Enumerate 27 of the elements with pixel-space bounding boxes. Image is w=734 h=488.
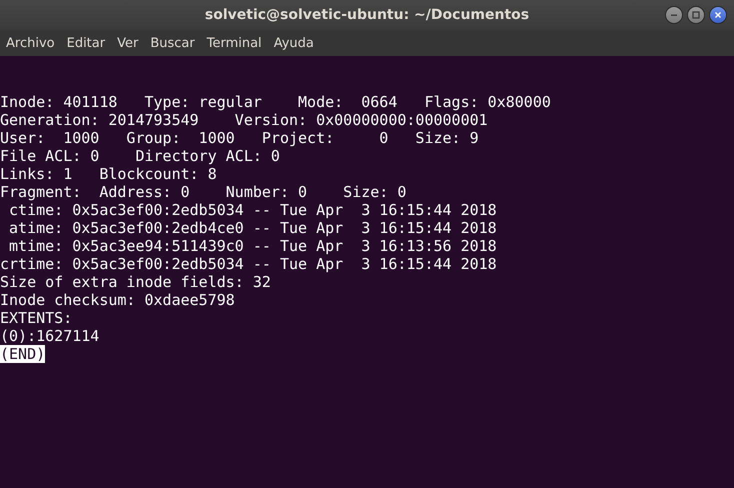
terminal-line: Inode checksum: 0xdaee5798	[0, 291, 235, 309]
menu-item[interactable]: Archivo	[6, 36, 55, 50]
pager-status: (END)	[0, 345, 46, 363]
terminal-line: Links: 1 Blockcount: 8	[0, 165, 217, 183]
minimize-button[interactable]	[665, 6, 683, 24]
menu-item[interactable]: Buscar	[150, 36, 195, 50]
terminal-line: File ACL: 0 Directory ACL: 0	[0, 147, 280, 165]
menu-item[interactable]: Editar	[66, 36, 106, 50]
terminal-line: ctime: 0x5ac3ef00:2edb5034 -- Tue Apr 3 16:15:44 2018	[8, 201, 497, 219]
terminal-line: EXTENTS:	[0, 309, 72, 327]
maximize-icon	[691, 10, 701, 20]
menu-item[interactable]: Terminal	[206, 36, 262, 50]
menu-item[interactable]: Ayuda	[274, 36, 314, 50]
terminal-line: Size of extra inode fields: 32	[0, 273, 271, 291]
terminal-line: (0):1627114	[0, 327, 100, 345]
terminal-line: crtime: 0x5ac3ef00:2edb5034 -- Tue Apr 3 16:15:44 2018	[0, 255, 497, 273]
terminal-line: Inode: 401118 Type: regular Mode: 0664 Flags: 0x80000	[0, 93, 551, 111]
maximize-button[interactable]	[687, 6, 705, 24]
terminal-line: atime: 0x5ac3ef00:2edb4ce0 -- Tue Apr 3 16:15:44 2018	[8, 219, 497, 237]
close-icon	[713, 10, 723, 20]
close-button[interactable]	[709, 6, 727, 24]
terminal-line: User: 1000 Group: 1000 Project: 0 Size: 9	[0, 129, 479, 147]
terminal-line: mtime: 0x5ac3ee94:511439c0 -- Tue Apr 3 16:13:56 2018	[8, 237, 497, 255]
terminal-line: Generation: 2014793549 Version: 0x00000000:00000001	[0, 111, 488, 129]
menu-item[interactable]: Ver	[117, 36, 138, 50]
terminal-line: Fragment: Address: 0 Number: 0 Size: 0	[0, 183, 406, 201]
window-title: solvetic@solvetic-ubuntu: ~/Documentos	[204, 7, 530, 23]
